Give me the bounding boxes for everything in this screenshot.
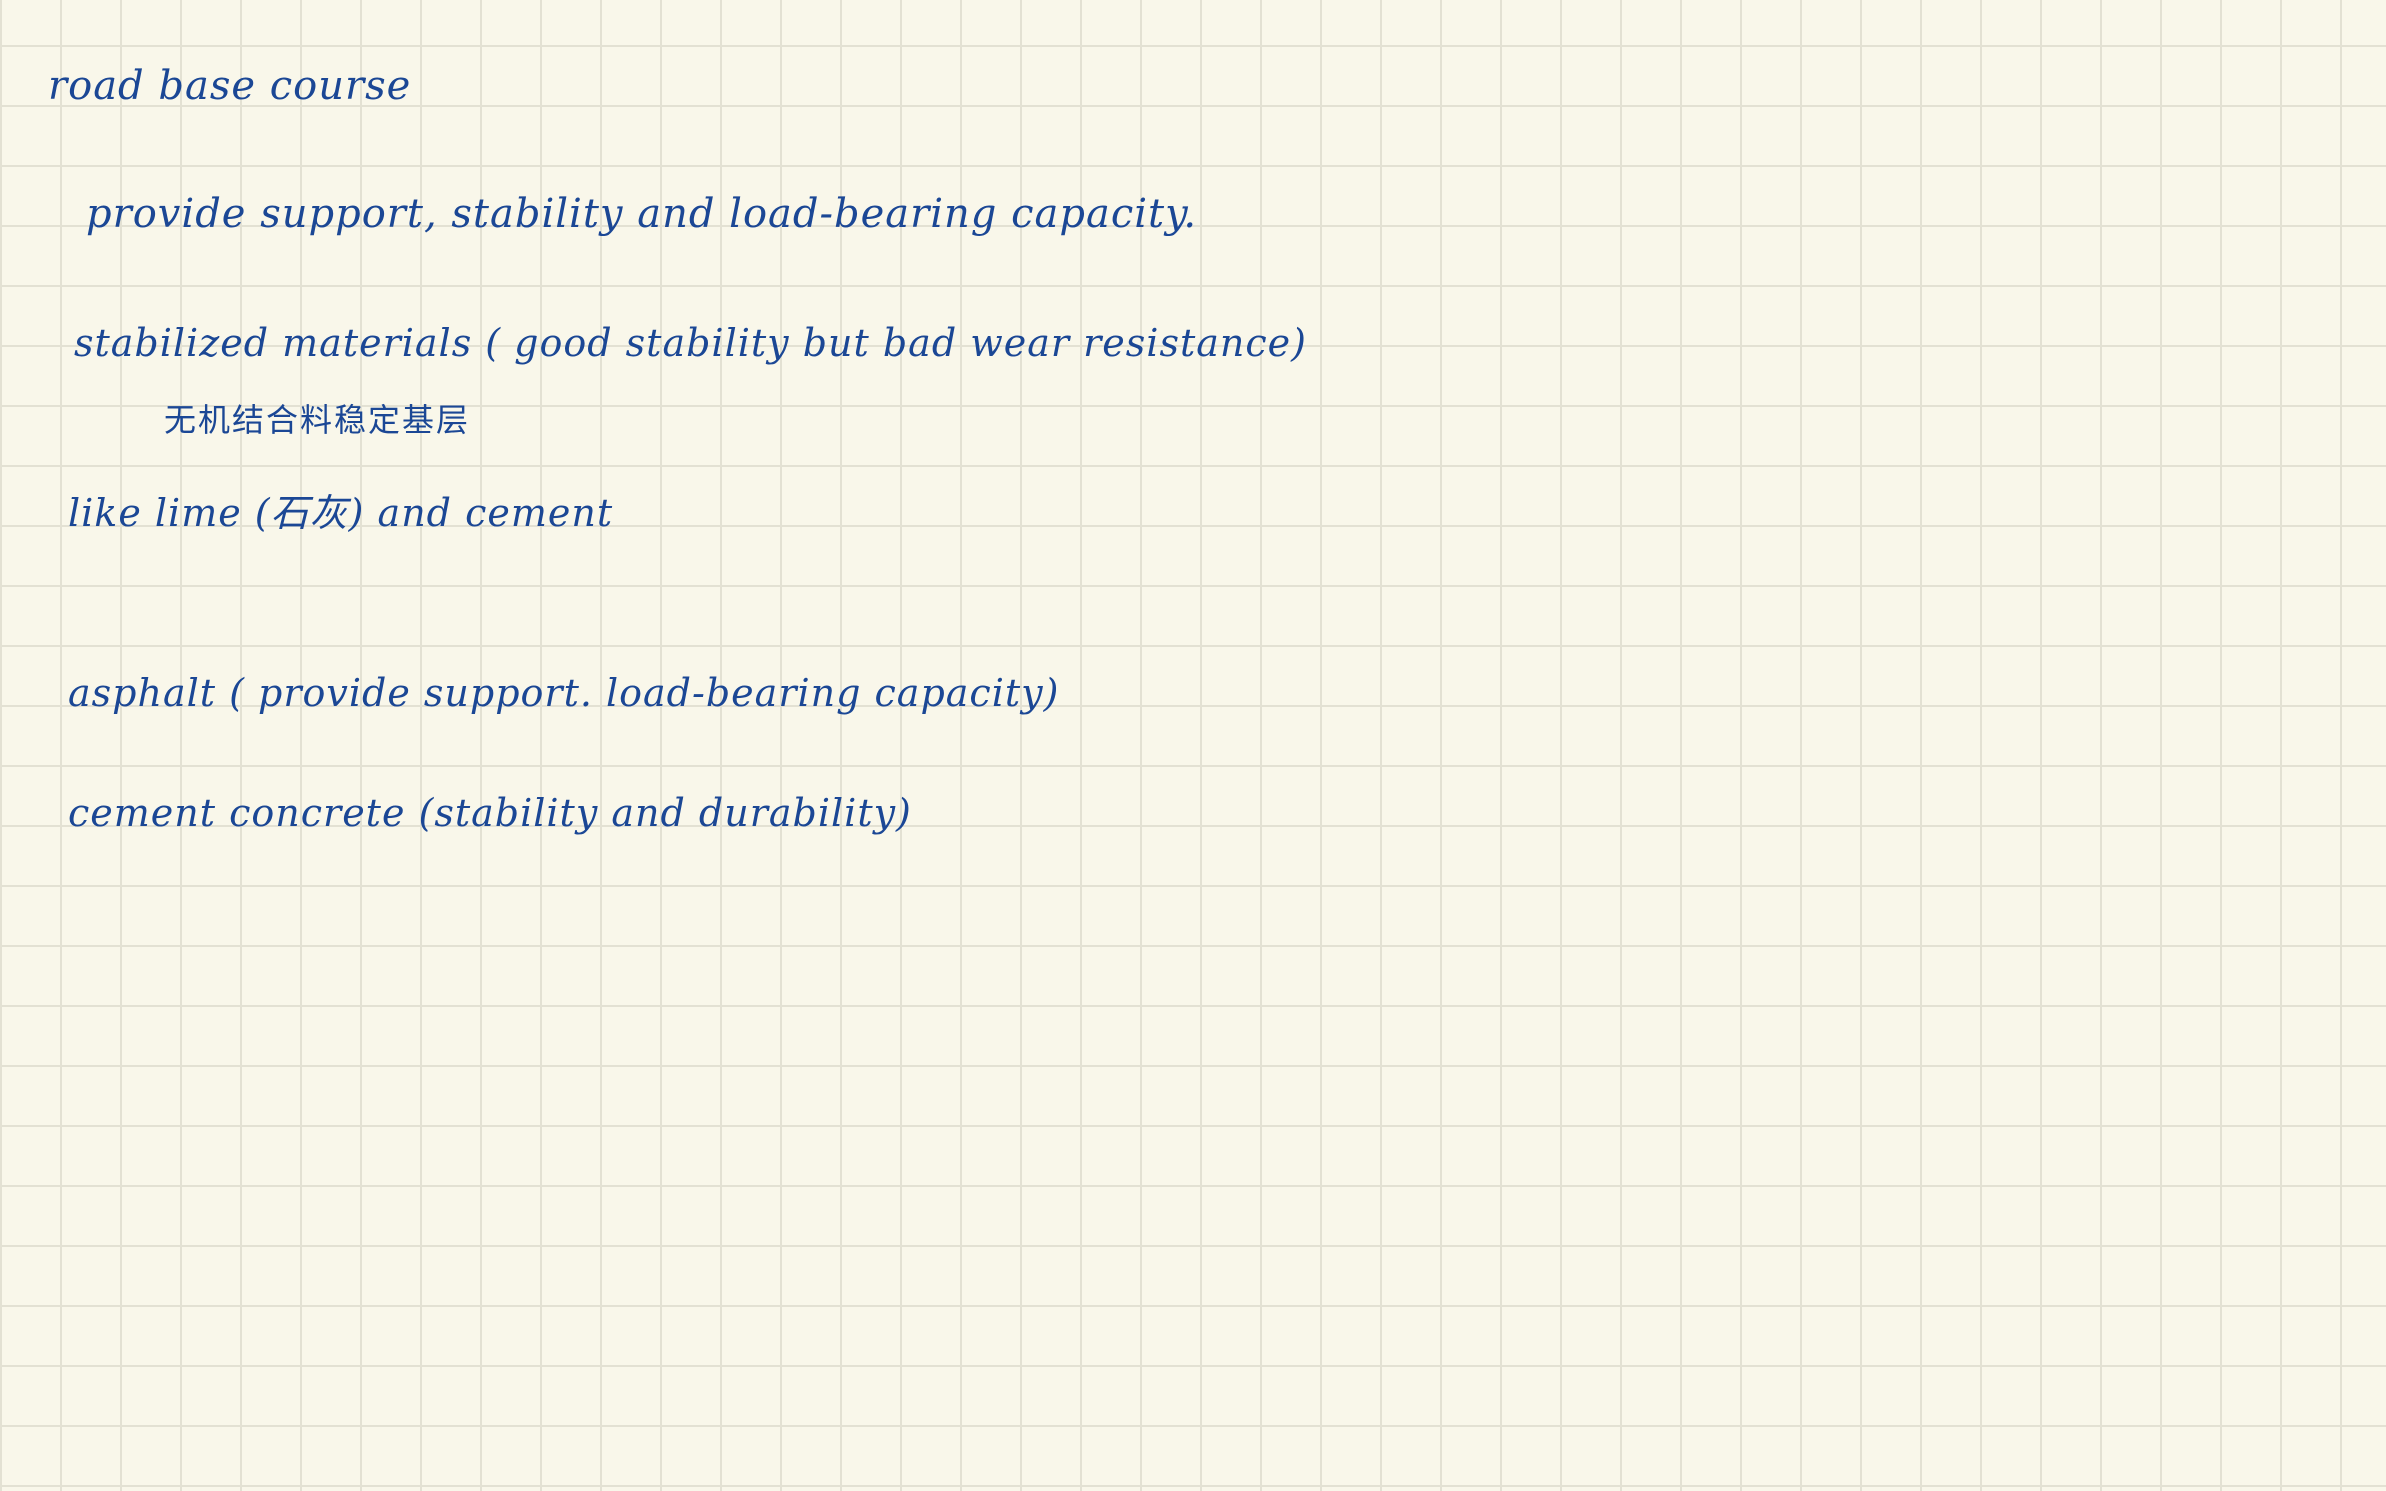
note-title: road base course: [48, 63, 412, 109]
note-line-stabilized-materials: stabilized materials ( good stability bu…: [74, 321, 1307, 365]
note-page: road base course provide support, stabil…: [0, 0, 2386, 1491]
note-line-chinese-term: 无机结合料稳定基层: [164, 401, 471, 439]
note-line-function: provide support, stability and load-bear…: [86, 191, 1198, 237]
note-line-asphalt: asphalt ( provide support. load-bearing …: [68, 671, 1060, 715]
note-line-lime-cement: like lime (石灰) and cement: [68, 491, 614, 535]
note-line-cement-concrete: cement concrete (stability and durabilit…: [68, 791, 912, 835]
